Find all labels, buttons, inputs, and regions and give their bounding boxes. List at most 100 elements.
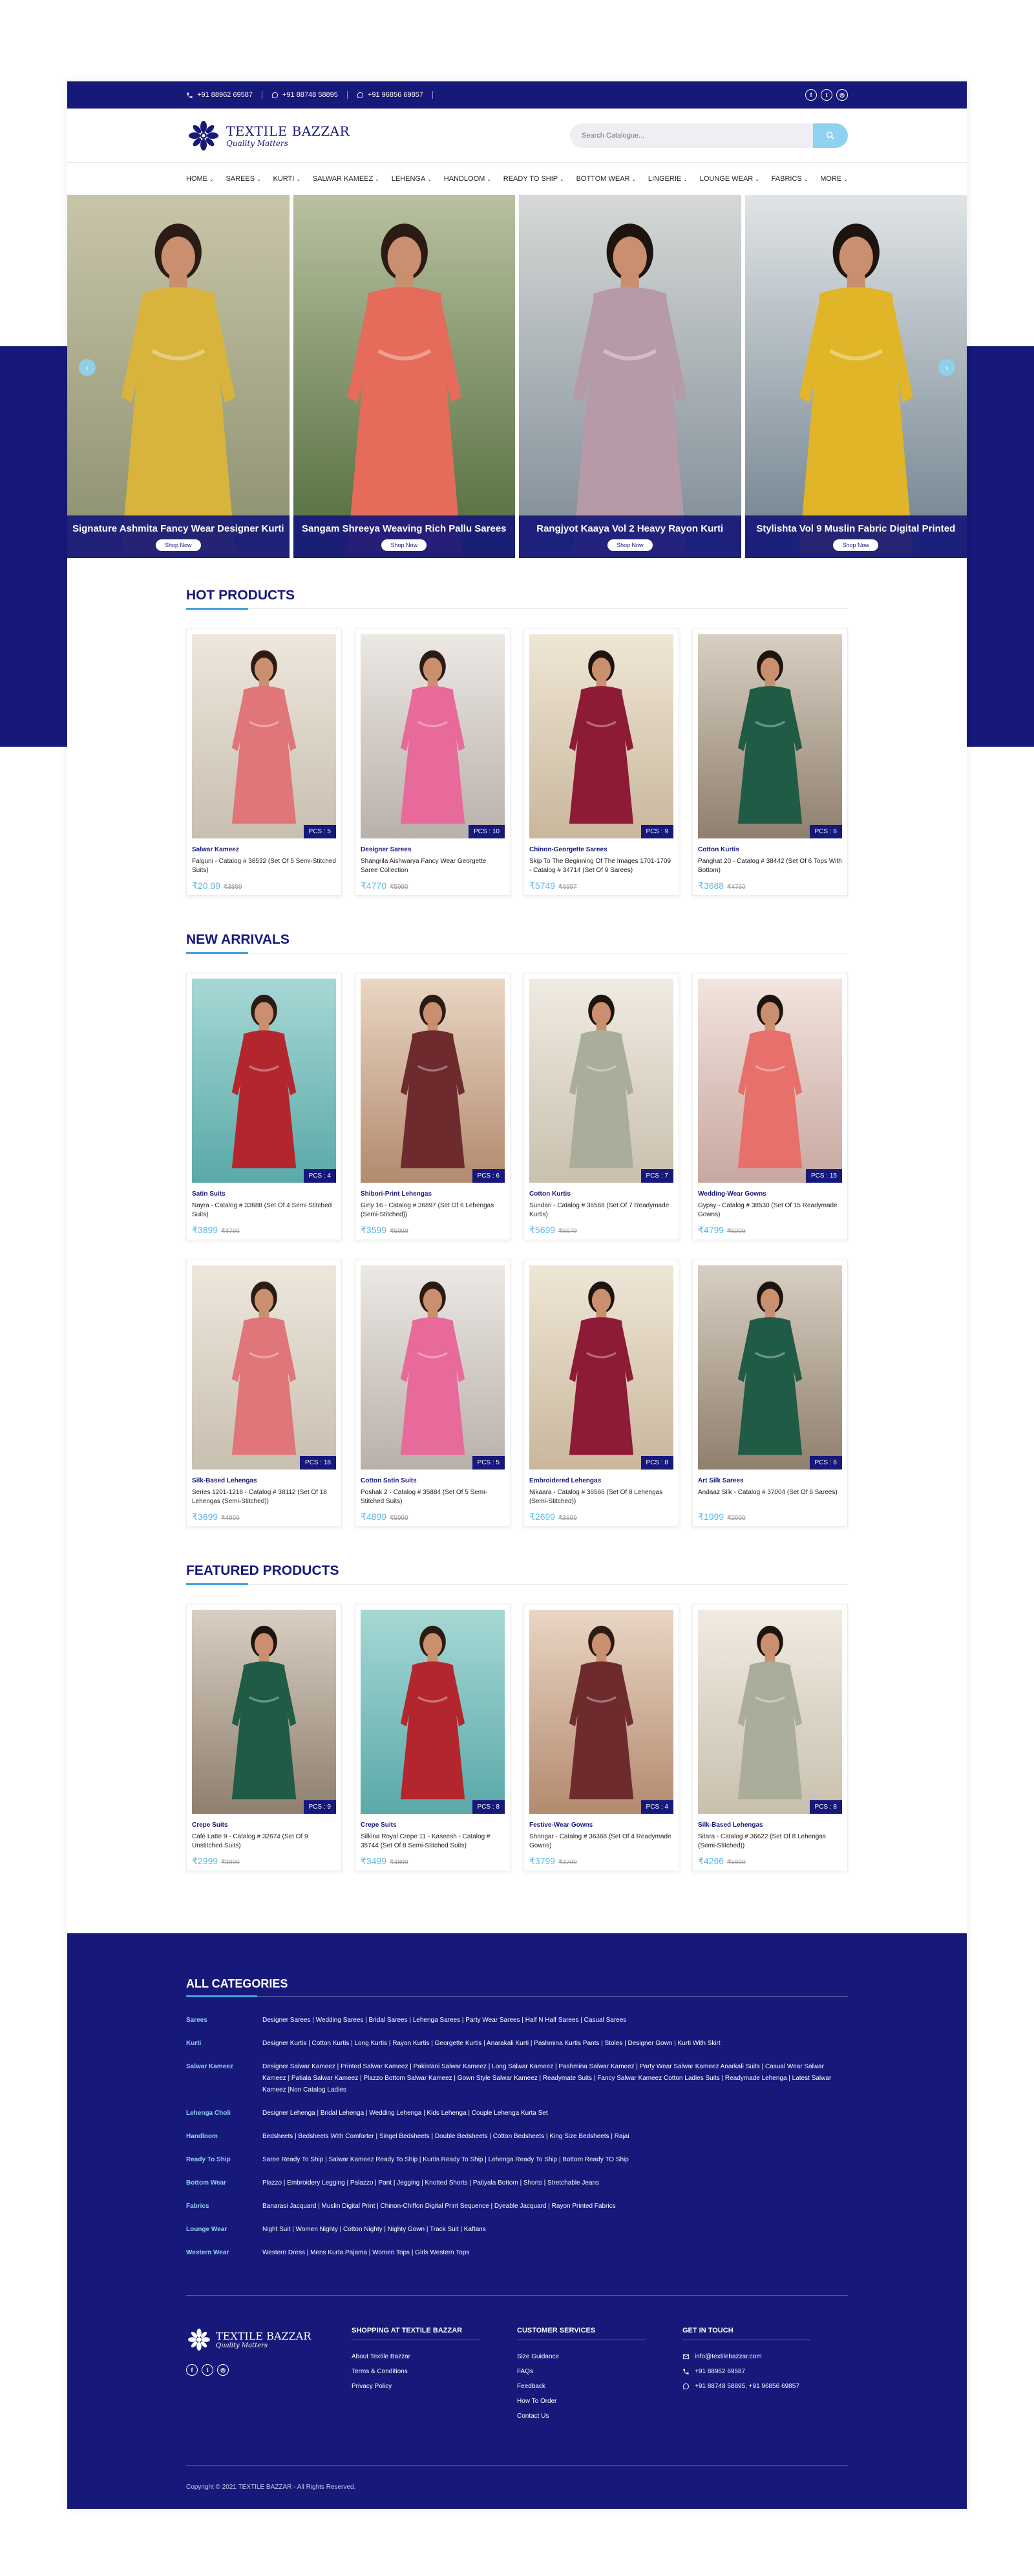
category-name[interactable]: Lounge Wear xyxy=(186,2224,262,2236)
category-links[interactable]: Plazzo | Embroidery Legging | Palazzo | … xyxy=(262,2177,848,2189)
product-name[interactable]: Gypsy - Catalog # 38530 (Set Of 15 Ready… xyxy=(698,1201,842,1220)
instagram-icon[interactable]: ◎ xyxy=(217,2364,229,2376)
footer-link[interactable]: Size Guidance xyxy=(517,2349,682,2364)
nav-item-lounge-wear[interactable]: LOUNGE WEAR ⌄ xyxy=(700,175,759,183)
category-links[interactable]: Night Suit | Women Nighty | Cotton Night… xyxy=(262,2224,848,2236)
footer-logo[interactable]: TEXTILE BAZZAR Quality Matters xyxy=(186,2327,352,2353)
nav-item-kurti[interactable]: KURTI ⌄ xyxy=(273,175,301,183)
search-button[interactable] xyxy=(813,123,848,148)
product-name[interactable]: Shongar - Catalog # 36368 (Set Of 4 Read… xyxy=(529,1833,673,1851)
product-image[interactable]: PCS : 6 xyxy=(698,634,842,838)
product-name[interactable]: Series 1201-1218 - Catalog # 38112 (Set … xyxy=(192,1488,336,1506)
product-image[interactable]: PCS : 10 xyxy=(361,634,505,838)
footer-link[interactable]: Feedback xyxy=(517,2379,682,2394)
category-links[interactable]: Designer Kurtis | Cotton Kurtis | Long K… xyxy=(262,2038,848,2050)
shop-now-button[interactable]: Shop Now xyxy=(833,539,879,551)
category-name[interactable]: Lehenga Choli xyxy=(186,2108,262,2119)
product-category[interactable]: Embroidered Lehengas xyxy=(529,1477,673,1484)
nav-item-bottom-wear[interactable]: BOTTOM WEAR ⌄ xyxy=(576,175,637,183)
product-image[interactable]: PCS : 18 xyxy=(192,1265,336,1470)
hero-slide[interactable]: Signature Ashmita Fancy Wear Designer Ku… xyxy=(67,195,290,558)
product-card[interactable]: PCS : 4 Festive-Wear Gowns Shongar - Catal… xyxy=(523,1604,679,1871)
product-card[interactable]: PCS : 5 Cotton Satin Suits Poshak 2 - Cata… xyxy=(355,1260,511,1527)
hero-slide[interactable]: Rangjyot Kaaya Vol 2 Heavy Rayon Kurti Sh… xyxy=(519,195,741,558)
category-links[interactable]: Bedsheets | Bedsheets With Comforter | S… xyxy=(262,2131,848,2143)
product-category[interactable]: Salwar Kameez xyxy=(192,846,336,853)
product-card[interactable]: PCS : 9 Chinon-Georgette Sarees Skip To Th… xyxy=(523,628,679,896)
category-links[interactable]: Saree Ready To Ship | Salwar Kameez Read… xyxy=(262,2154,848,2166)
nav-item-handloom[interactable]: HANDLOOM ⌄ xyxy=(444,175,491,183)
product-card[interactable]: PCS : 6 Art Silk Sarees Andaaz Silk - Cata… xyxy=(692,1260,848,1527)
twitter-icon[interactable]: t xyxy=(202,2364,213,2376)
product-card[interactable]: PCS : 8 Crepe Suits Silkina Royal Crepe 11… xyxy=(355,1604,511,1871)
product-name[interactable]: Falguni - Catalog # 38532 (Set Of 5 Semi… xyxy=(192,857,336,875)
category-name[interactable]: Kurti xyxy=(186,2038,262,2050)
product-image[interactable]: PCS : 6 xyxy=(361,979,505,1183)
product-name[interactable]: Nikaara - Catalog # 36566 (Set Of 8 Lehe… xyxy=(529,1488,673,1506)
hero-slide[interactable]: Stylishta Vol 9 Muslin Fabric Digital Pr… xyxy=(744,195,967,558)
product-category[interactable]: Festive-Wear Gowns xyxy=(529,1822,673,1829)
twitter-icon[interactable]: t xyxy=(821,89,832,101)
product-name[interactable]: Sundari - Catalog # 36568 (Set Of 7 Read… xyxy=(529,1201,673,1220)
product-image[interactable]: PCS : 8 xyxy=(361,1610,505,1814)
product-name[interactable]: Nayra - Catalog # 33688 (Set Of 4 Semi S… xyxy=(192,1201,336,1220)
product-name[interactable]: Shangrila Aishwarya Fancy Wear Georgette… xyxy=(361,857,505,875)
product-image[interactable]: PCS : 5 xyxy=(192,634,336,838)
product-category[interactable]: Art Silk Sarees xyxy=(698,1477,842,1484)
product-card[interactable]: PCS : 7 Cotton Kurtis Sundari - Catalog # … xyxy=(523,973,679,1240)
product-category[interactable]: Shibori-Print Lehengas xyxy=(361,1190,505,1198)
nav-item-home[interactable]: HOME ⌄ xyxy=(186,175,214,183)
product-card[interactable]: PCS : 18 Silk-Based Lehengas Series 1201-1… xyxy=(186,1260,342,1527)
hero-slide[interactable]: Sangam Shreeya Weaving Rich Pallu Sarees… xyxy=(293,195,515,558)
shop-now-button[interactable]: Shop Now xyxy=(607,539,653,551)
product-category[interactable]: Silk-Based Lehengas xyxy=(698,1822,842,1829)
product-name[interactable]: Skip To The Beginning Of The Images 1701… xyxy=(529,857,673,875)
shop-now-button[interactable]: Shop Now xyxy=(381,539,427,551)
contact-item[interactable]: +91 88748 58895, +91 96856 69857 xyxy=(682,2379,848,2394)
facebook-icon[interactable]: f xyxy=(186,2364,198,2376)
footer-link[interactable]: Contact Us xyxy=(517,2409,682,2424)
nav-item-ready-to-ship[interactable]: READY TO SHIP ⌄ xyxy=(503,175,564,183)
product-image[interactable]: PCS : 9 xyxy=(192,1610,336,1814)
category-name[interactable]: Sarees xyxy=(186,2015,262,2026)
nav-item-fabrics[interactable]: FABRICS ⌄ xyxy=(772,175,808,183)
nav-item-more[interactable]: MORE ⌄ xyxy=(820,175,848,183)
category-links[interactable]: Designer Sarees | Wedding Sarees | Brida… xyxy=(262,2015,848,2026)
search-input[interactable] xyxy=(570,123,813,148)
category-name[interactable]: Fabrics xyxy=(186,2201,262,2212)
product-image[interactable]: PCS : 4 xyxy=(192,979,336,1183)
product-image[interactable]: PCS : 5 xyxy=(361,1265,505,1470)
contact-item[interactable]: +91 88962 69587 xyxy=(682,2364,848,2379)
product-card[interactable]: PCS : 10 Designer Sarees Shangrila Aishwar… xyxy=(355,628,511,896)
product-category[interactable]: Crepe Suits xyxy=(192,1822,336,1829)
contact-item[interactable]: info@textilebazzar.com xyxy=(682,2349,848,2364)
product-image[interactable]: PCS : 15 xyxy=(698,979,842,1183)
category-name[interactable]: Handloom xyxy=(186,2131,262,2143)
product-card[interactable]: PCS : 8 Embroidered Lehengas Nikaara - Cat… xyxy=(523,1260,679,1527)
product-category[interactable]: Wedding-Wear Gowns xyxy=(698,1190,842,1198)
category-name[interactable]: Ready To Ship xyxy=(186,2154,262,2166)
product-image[interactable]: PCS : 9 xyxy=(529,634,673,838)
product-name[interactable]: Girly 16 - Catalog # 36897 (Set Of 6 Leh… xyxy=(361,1201,505,1220)
product-category[interactable]: Cotton Kurtis xyxy=(529,1190,673,1198)
carousel-next-arrow-icon[interactable]: › xyxy=(938,359,955,376)
product-name[interactable]: Silkina Royal Crepe 11 - Kaseesh - Catal… xyxy=(361,1833,505,1851)
product-image[interactable]: PCS : 6 xyxy=(698,1265,842,1470)
category-links[interactable]: Banarasi Jacquard | Muslin Digital Print… xyxy=(262,2201,848,2212)
category-name[interactable]: Bottom Wear xyxy=(186,2177,262,2189)
product-card[interactable]: PCS : 6 Shibori-Print Lehengas Girly 16 - … xyxy=(355,973,511,1240)
product-image[interactable]: PCS : 8 xyxy=(698,1610,842,1814)
contact-whatsapp-2[interactable]: +91 96856 69857 xyxy=(357,91,433,99)
footer-link[interactable]: About Textile Bazzar xyxy=(352,2349,517,2364)
product-card[interactable]: PCS : 8 Silk-Based Lehengas Sitara - Catal… xyxy=(692,1604,848,1871)
product-card[interactable]: PCS : 6 Cotton Kurtis Panghat 20 - Catalog… xyxy=(692,628,848,896)
product-card[interactable]: PCS : 5 Salwar Kameez Falguni - Catalog # … xyxy=(186,628,342,896)
facebook-icon[interactable]: f xyxy=(805,89,817,101)
product-image[interactable]: PCS : 4 xyxy=(529,1610,673,1814)
nav-item-lingerie[interactable]: LINGERIE ⌄ xyxy=(648,175,688,183)
product-name[interactable]: Café Latte 9 - Catalog # 32674 (Set Of 9… xyxy=(192,1833,336,1851)
contact-phone[interactable]: +91 88962 69587 xyxy=(186,91,262,99)
product-category[interactable]: Crepe Suits xyxy=(361,1822,505,1829)
product-name[interactable]: Andaaz Silk - Catalog # 37004 (Set Of 6 … xyxy=(698,1488,842,1506)
product-category[interactable]: Designer Sarees xyxy=(361,846,505,853)
